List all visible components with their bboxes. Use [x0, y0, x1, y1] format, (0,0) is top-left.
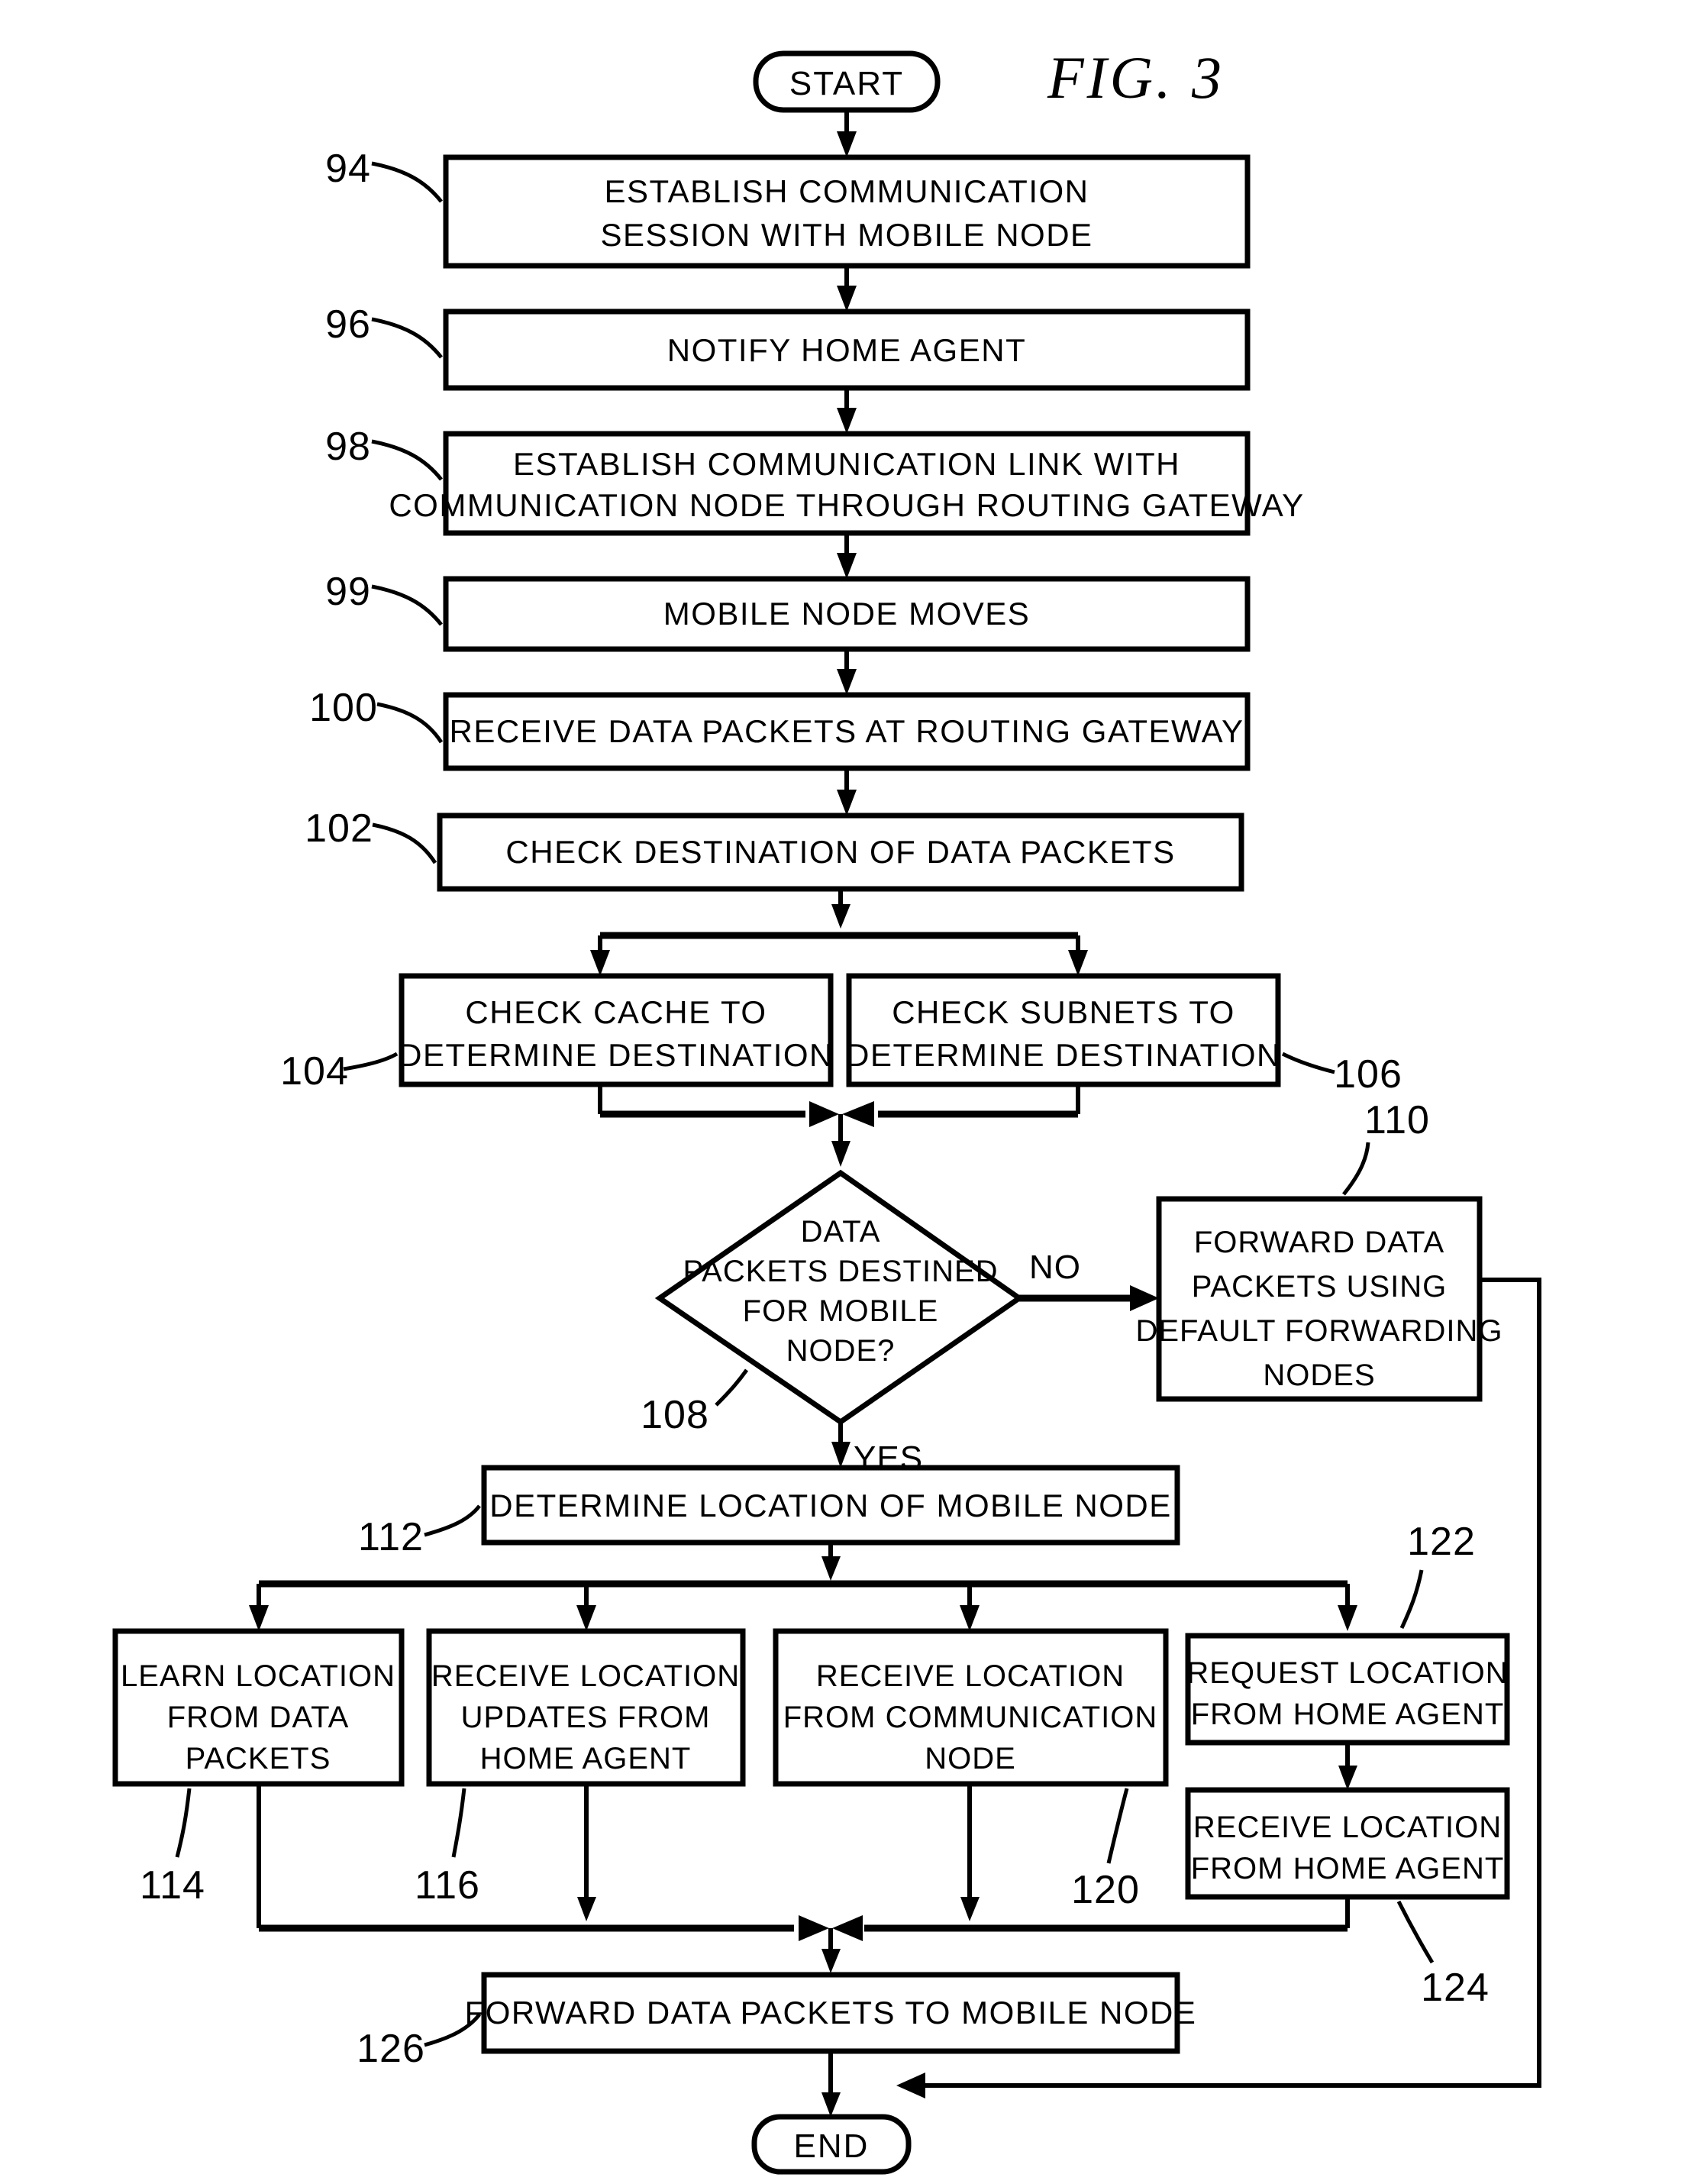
process-node-94-line-0: ESTABLISH COMMUNICATION: [605, 173, 1089, 209]
process-node-124: RECEIVE LOCATION FROM HOME AGENT: [1185, 1787, 1510, 1900]
process-node-99: MOBILE NODE MOVES: [443, 576, 1251, 652]
reference-numeral-126: 126: [357, 2027, 425, 2071]
decision-node-108-line-2: FOR MOBILE: [743, 1294, 939, 1328]
process-node-98-line-0: ESTABLISH COMMUNICATION LINK WITH: [513, 446, 1180, 482]
process-node-102: CHECK DESTINATION OF DATA PACKETS: [437, 813, 1244, 892]
process-node-110: FORWARD DATA PACKETS USING DEFAULT FORWA…: [1135, 1196, 1502, 1402]
process-node-106-line-0: CHECK SUBNETS TO: [892, 994, 1235, 1030]
process-node-114-line-1: FROM DATA: [167, 1701, 350, 1734]
reference-numeral-94: 94: [325, 147, 371, 191]
reference-numeral-116: 116: [415, 1863, 480, 1908]
process-node-99-line-0: MOBILE NODE MOVES: [663, 596, 1031, 632]
process-node-122-line-1: FROM HOME AGENT: [1191, 1698, 1505, 1731]
reference-numeral-106: 106: [1334, 1052, 1402, 1097]
process-node-106: CHECK SUBNETS TO DETERMINE DESTINATION: [846, 973, 1281, 1087]
process-node-110-line-2: DEFAULT FORWARDING: [1135, 1314, 1502, 1348]
process-node-104-line-1: DETERMINE DESTINATION: [399, 1037, 834, 1073]
reference-numeral-110: 110: [1364, 1098, 1430, 1142]
process-node-104-line-0: CHECK CACHE TO: [465, 994, 767, 1030]
process-node-124-line-0: RECEIVE LOCATION: [1193, 1811, 1502, 1844]
process-node-116-line-2: HOME AGENT: [480, 1742, 692, 1775]
terminal-start-label: START: [789, 65, 904, 102]
process-node-110-line-1: PACKETS USING: [1192, 1270, 1448, 1304]
reference-numeral-108: 108: [641, 1393, 709, 1437]
process-node-120: RECEIVE LOCATION FROM COMMUNICATION NODE: [773, 1628, 1169, 1787]
process-node-122-line-0: REQUEST LOCATION: [1186, 1656, 1508, 1690]
terminal-start: START: [753, 50, 941, 113]
process-node-126: FORWARD DATA PACKETS TO MOBILE NODE: [465, 1972, 1197, 2054]
process-node-120-line-1: FROM COMMUNICATION: [783, 1701, 1158, 1734]
decision-node-108-line-3: NODE?: [786, 1334, 896, 1368]
process-node-110-line-0: FORWARD DATA: [1194, 1226, 1444, 1259]
reference-numeral-124: 124: [1421, 1966, 1490, 2010]
process-node-116: RECEIVE LOCATION UPDATES FROM HOME AGENT: [426, 1628, 746, 1787]
terminal-end: END: [751, 2114, 912, 2175]
process-node-104: CHECK CACHE TO DETERMINE DESTINATION: [399, 973, 834, 1087]
process-node-112-line-0: DETERMINE LOCATION OF MOBILE NODE: [489, 1488, 1171, 1523]
process-node-114: LEARN LOCATION FROM DATA PACKETS: [112, 1628, 405, 1787]
process-node-98: ESTABLISH COMMUNICATION LINK WITH COMMUN…: [389, 431, 1304, 536]
reference-numeral-122: 122: [1407, 1520, 1476, 1564]
process-node-100: RECEIVE DATA PACKETS AT ROUTING GATEWAY: [443, 692, 1251, 771]
process-node-120-line-2: NODE: [925, 1742, 1016, 1775]
process-node-114-line-2: PACKETS: [186, 1742, 331, 1775]
edge-label-no: NO: [1029, 1249, 1081, 1286]
process-node-116-line-0: RECEIVE LOCATION: [431, 1659, 740, 1693]
decision-node-108-line-0: DATA: [801, 1215, 881, 1249]
process-node-102-line-0: CHECK DESTINATION OF DATA PACKETS: [505, 834, 1175, 870]
process-node-94: ESTABLISH COMMUNICATION SESSION WITH MOB…: [443, 154, 1251, 269]
process-node-124-line-1: FROM HOME AGENT: [1191, 1852, 1505, 1885]
process-node-110-line-3: NODES: [1263, 1359, 1375, 1392]
figure-title: FIG. 3: [1047, 44, 1225, 111]
reference-numeral-104: 104: [280, 1049, 349, 1094]
process-node-112: DETERMINE LOCATION OF MOBILE NODE: [481, 1465, 1180, 1546]
decision-node-108: DATA PACKETS DESTINED FOR MOBILE NODE?: [654, 1169, 1025, 1426]
process-node-106-line-1: DETERMINE DESTINATION: [846, 1037, 1281, 1073]
figure-canvas: FIG. 3 START ESTABLISH COMMUNICATION SES…: [0, 0, 1701, 2184]
reference-numeral-96: 96: [325, 302, 371, 347]
process-node-114-line-0: LEARN LOCATION: [121, 1659, 395, 1693]
process-node-100-line-0: RECEIVE DATA PACKETS AT ROUTING GATEWAY: [450, 713, 1244, 749]
decision-node-108-line-1: PACKETS DESTINED: [683, 1255, 998, 1288]
reference-numeral-98: 98: [325, 425, 371, 469]
reference-numeral-102: 102: [305, 806, 373, 851]
reference-numeral-99: 99: [325, 570, 371, 614]
process-node-94-line-1: SESSION WITH MOBILE NODE: [600, 217, 1093, 253]
process-node-116-line-1: UPDATES FROM: [461, 1701, 711, 1734]
process-node-120-line-0: RECEIVE LOCATION: [816, 1659, 1125, 1693]
reference-numeral-100: 100: [309, 686, 378, 730]
reference-numeral-114: 114: [140, 1863, 205, 1908]
process-node-122: REQUEST LOCATION FROM HOME AGENT: [1185, 1633, 1510, 1746]
process-node-126-line-0: FORWARD DATA PACKETS TO MOBILE NODE: [465, 1995, 1197, 2031]
reference-numeral-120: 120: [1071, 1868, 1140, 1912]
terminal-end-label: END: [794, 2127, 870, 2165]
process-node-96-line-0: NOTIFY HOME AGENT: [667, 332, 1026, 368]
process-node-96: NOTIFY HOME AGENT: [443, 309, 1251, 391]
process-node-98-line-1: COMMUNICATION NODE THROUGH ROUTING GATEW…: [389, 487, 1304, 523]
reference-numeral-112: 112: [358, 1515, 424, 1559]
